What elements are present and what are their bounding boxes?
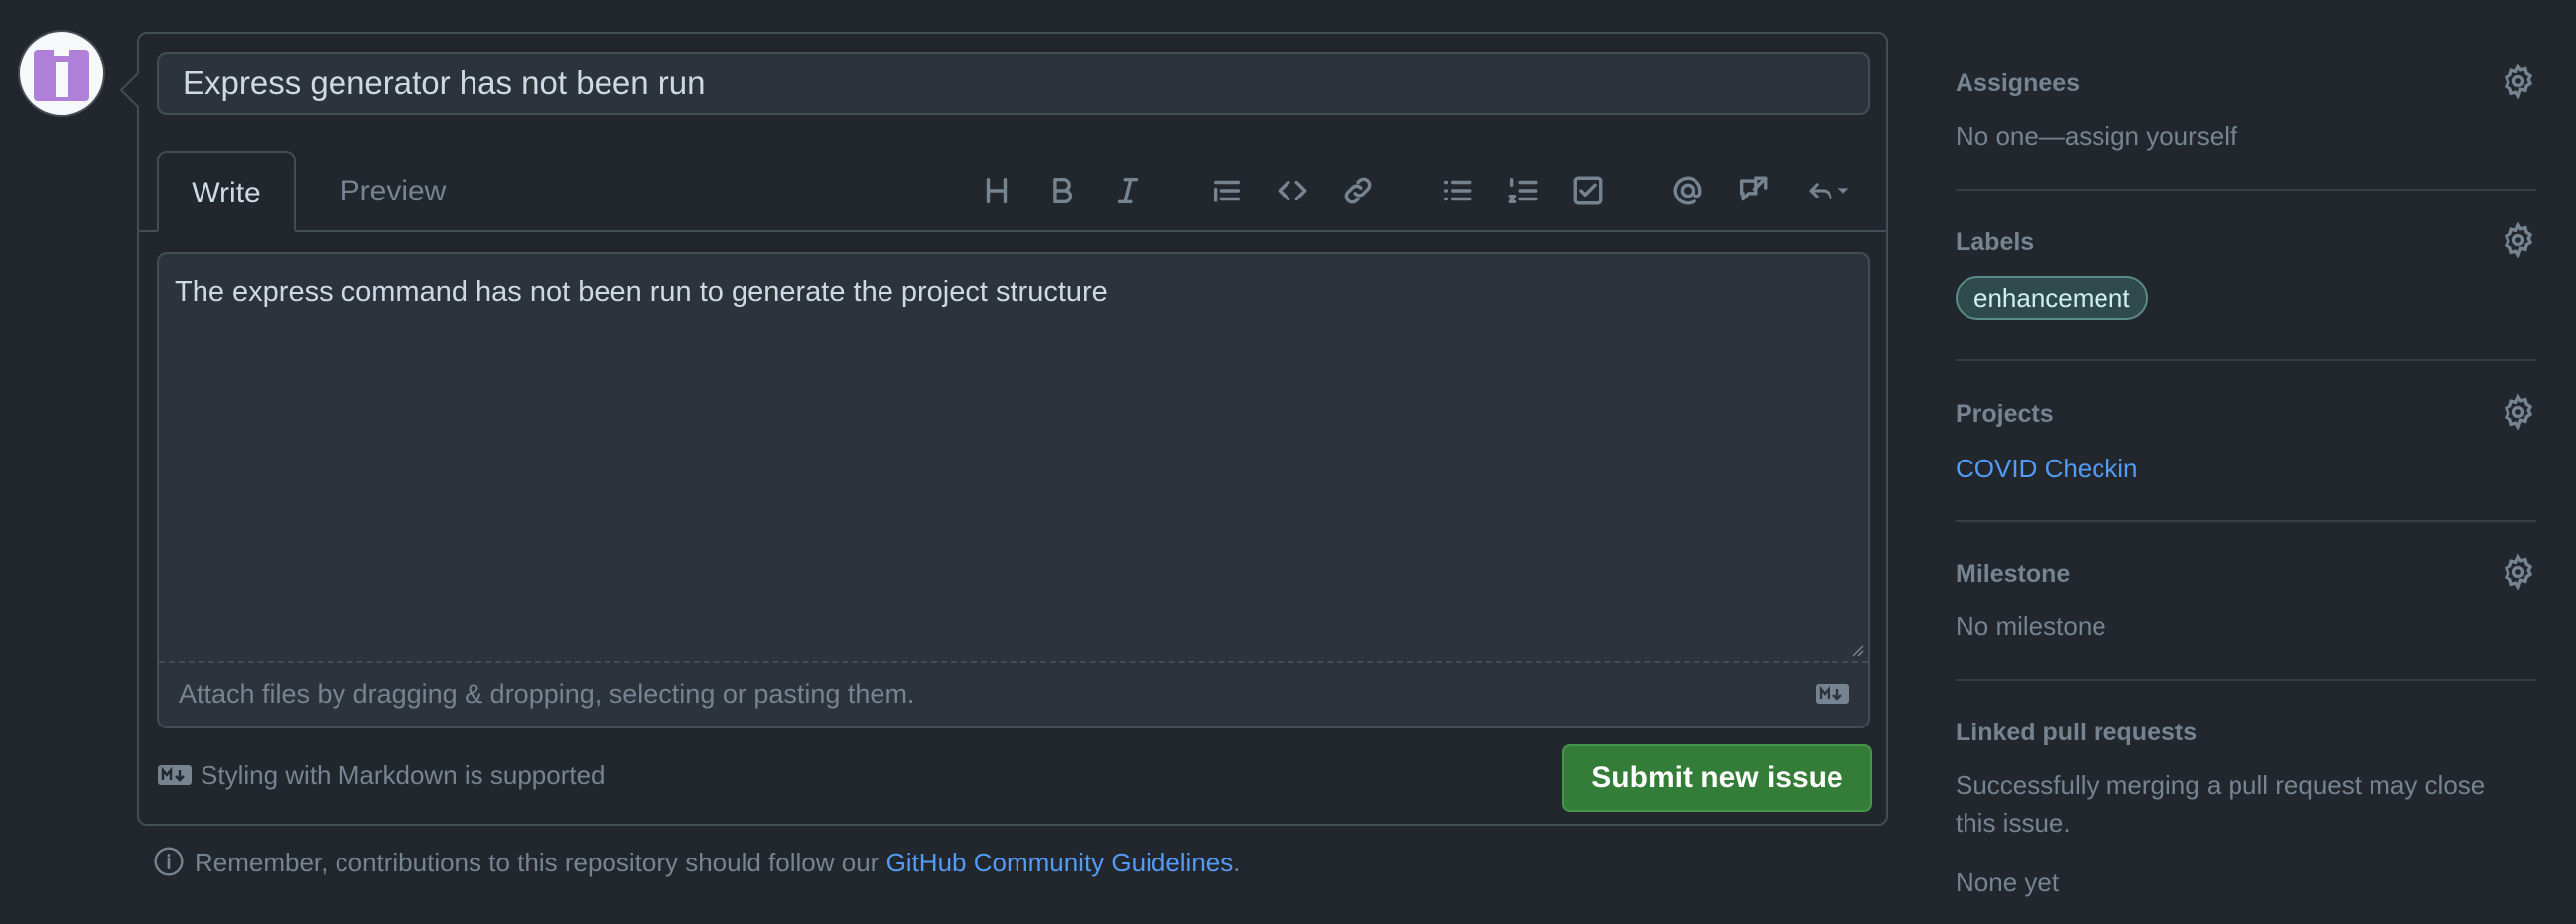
resize-handle-icon[interactable] bbox=[1848, 641, 1864, 657]
bulleted-list-icon[interactable] bbox=[1431, 163, 1483, 218]
tab-write[interactable]: Write bbox=[157, 151, 296, 232]
assign-yourself-link[interactable]: No one—assign yourself bbox=[1956, 117, 2237, 155]
linked-pull-requests-title: Linked pull requests bbox=[1956, 719, 2198, 746]
issue-body-text[interactable]: The express command has not been run to … bbox=[175, 276, 1108, 309]
gear-icon[interactable] bbox=[2501, 393, 2536, 431]
milestone-value: No milestone bbox=[1956, 611, 2106, 641]
issue-title-input[interactable] bbox=[157, 52, 1870, 115]
markdown-icon bbox=[1816, 684, 1849, 704]
divider bbox=[1956, 359, 2536, 361]
markdown-hint-icon bbox=[158, 765, 192, 785]
info-icon bbox=[154, 847, 184, 876]
markdown-toolbar bbox=[139, 163, 1886, 218]
label-enhancement[interactable]: enhancement bbox=[1956, 276, 2148, 320]
reference-icon[interactable] bbox=[1727, 163, 1779, 218]
issue-composer: Write Preview bbox=[137, 32, 1888, 826]
numbered-list-icon[interactable] bbox=[1497, 163, 1549, 218]
issue-body-editor[interactable]: The express command has not been run to … bbox=[157, 252, 1870, 728]
quote-icon[interactable] bbox=[1201, 163, 1253, 218]
markdown-supported-hint[interactable]: Styling with Markdown is supported bbox=[201, 758, 606, 792]
divider bbox=[1956, 679, 2536, 681]
attach-files-bar[interactable]: Attach files by dragging & dropping, sel… bbox=[159, 661, 1868, 726]
divider bbox=[1956, 189, 2536, 191]
gear-icon[interactable] bbox=[2501, 553, 2536, 591]
guidelines-suffix: . bbox=[1233, 848, 1241, 877]
mention-icon[interactable] bbox=[1662, 163, 1713, 218]
attach-files-text: Attach files by dragging & dropping, sel… bbox=[179, 679, 915, 709]
task-list-icon[interactable] bbox=[1562, 163, 1614, 218]
code-icon[interactable] bbox=[1267, 163, 1318, 218]
labels-title[interactable]: Labels bbox=[1956, 228, 2034, 257]
user-avatar bbox=[20, 32, 103, 115]
milestone-title[interactable]: Milestone bbox=[1956, 560, 2070, 589]
contribution-guidelines-note: Remember, contributions to this reposito… bbox=[195, 846, 1241, 879]
italic-icon[interactable] bbox=[1102, 163, 1153, 218]
assignees-title[interactable]: Assignees bbox=[1956, 69, 2080, 98]
heading-icon[interactable] bbox=[971, 163, 1022, 218]
chevron-down-icon bbox=[1837, 188, 1849, 194]
community-guidelines-link[interactable]: GitHub Community Guidelines bbox=[886, 848, 1234, 877]
submit-new-issue-button[interactable]: Submit new issue bbox=[1562, 744, 1872, 812]
guidelines-prefix: Remember, contributions to this reposito… bbox=[195, 848, 886, 877]
bold-icon[interactable] bbox=[1036, 163, 1088, 218]
divider bbox=[1956, 520, 2536, 522]
link-icon[interactable] bbox=[1332, 163, 1384, 218]
project-link[interactable]: COVID Checkin bbox=[1956, 454, 2138, 484]
linked-pull-requests-description: Successfully merging a pull request may … bbox=[1956, 770, 2486, 838]
gear-icon[interactable] bbox=[2501, 63, 2536, 100]
reply-icon[interactable] bbox=[1799, 163, 1858, 218]
linked-pull-requests-value: None yet bbox=[1956, 867, 2060, 897]
projects-title[interactable]: Projects bbox=[1956, 400, 2054, 429]
gear-icon[interactable] bbox=[2501, 221, 2536, 259]
